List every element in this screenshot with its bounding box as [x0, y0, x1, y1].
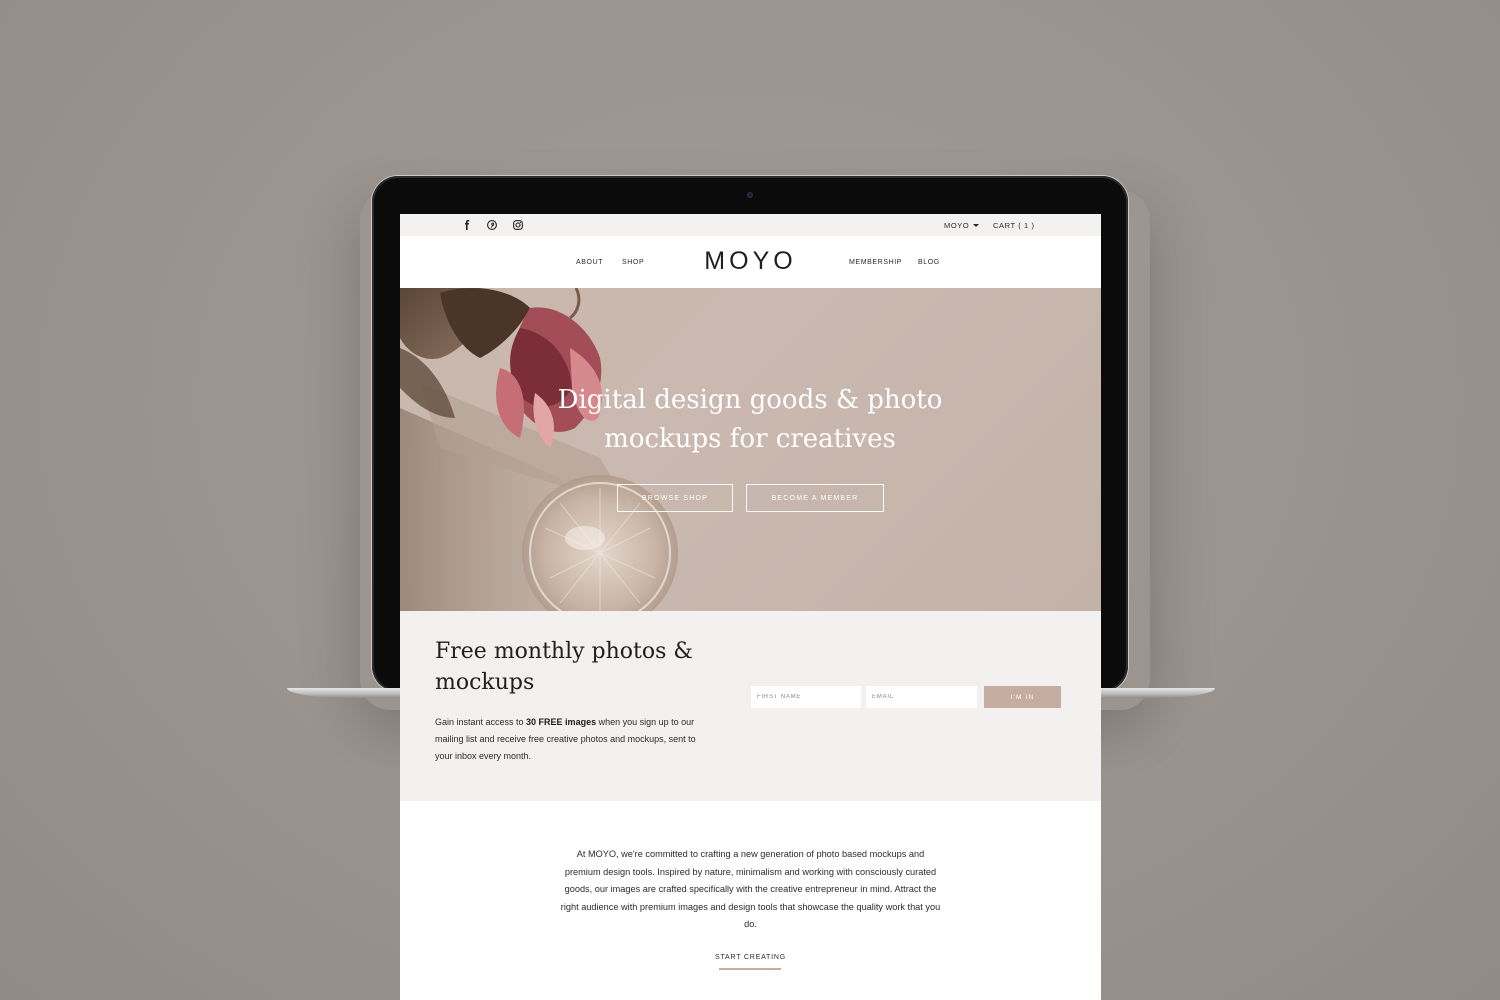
- become-member-button[interactable]: BECOME A MEMBER: [746, 484, 884, 512]
- nav-about[interactable]: ABOUT: [576, 259, 603, 266]
- nav-membership[interactable]: MEMBERSHIP: [849, 259, 902, 266]
- webcam: [747, 192, 753, 198]
- nav-shop[interactable]: SHOP: [622, 259, 644, 266]
- email-input[interactable]: [866, 686, 977, 708]
- nav-blog[interactable]: BLOG: [918, 259, 940, 266]
- subscribe-button[interactable]: I'M IN: [984, 686, 1061, 708]
- browse-shop-button[interactable]: BROWSE SHOP: [617, 484, 733, 512]
- newsletter-highlight: 30 FREE images: [526, 717, 597, 727]
- newsletter-title: Free monthly photos & mockups: [435, 639, 694, 695]
- instagram-icon[interactable]: [512, 219, 524, 231]
- site-logo[interactable]: MOYO: [670, 247, 831, 276]
- account-menu-label: MOYO: [944, 221, 970, 230]
- start-creating-underline: [719, 968, 781, 970]
- about-section: At MOYO, we're committed to crafting a n…: [400, 801, 1101, 1000]
- newsletter-section: Free monthly photos & mockups Gain insta…: [400, 611, 1101, 801]
- start-creating-link[interactable]: START CREATING: [700, 954, 801, 961]
- main-nav: ABOUT SHOP MOYO MEMBERSHIP BLOG: [400, 236, 1101, 288]
- newsletter-text-start: Gain instant access to: [435, 717, 527, 727]
- pinterest-icon[interactable]: [486, 219, 498, 231]
- account-menu[interactable]: MOYO: [944, 221, 980, 230]
- utility-bar: MOYO CART ( 1 ): [400, 214, 1101, 236]
- hero-section: Digital design goods & photo mockups for…: [400, 288, 1101, 611]
- cart-link[interactable]: CART ( 1 ): [993, 221, 1035, 230]
- newsletter-description: Gain instant access to 30 FREE images wh…: [435, 714, 710, 765]
- facebook-icon[interactable]: [461, 219, 473, 231]
- website: MOYO CART ( 1 ) ABOUT SHOP MOYO MEMBERSH…: [400, 214, 1101, 1000]
- about-text: At MOYO, we're committed to crafting a n…: [560, 849, 941, 929]
- caret-down-icon: [973, 224, 980, 227]
- hero-title: Digital design goods & photo mockups for…: [557, 385, 943, 454]
- first-name-input[interactable]: [751, 686, 861, 708]
